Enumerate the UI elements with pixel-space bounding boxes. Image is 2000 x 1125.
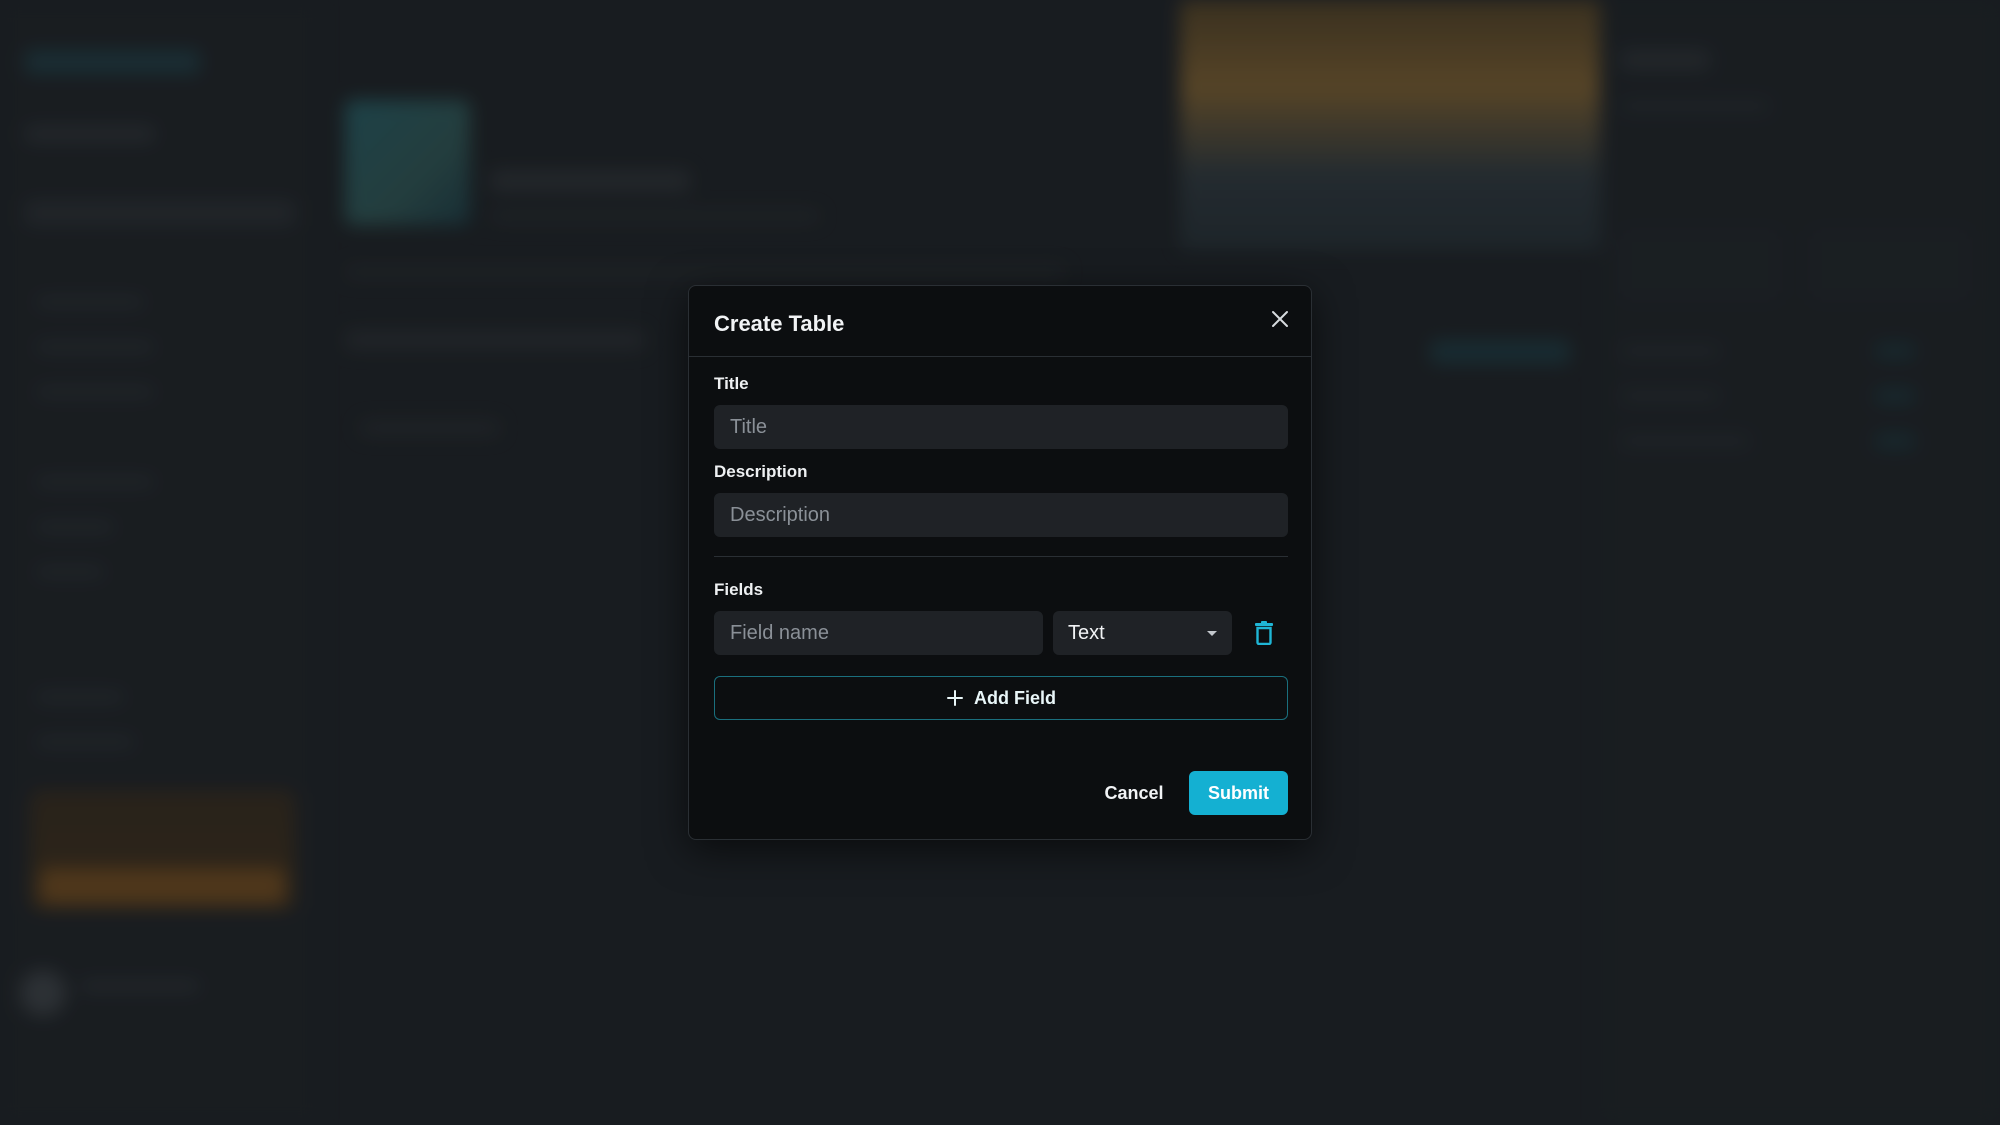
field-name-input[interactable] (714, 611, 1043, 655)
delete-field-button[interactable] (1247, 616, 1281, 650)
dialog-title: Create Table (714, 311, 845, 336)
close-button[interactable] (1267, 306, 1293, 332)
close-icon (1272, 311, 1288, 327)
add-field-button[interactable]: Add Field (714, 676, 1288, 720)
description-label: Description (714, 462, 808, 481)
create-table-dialog: Create Table Title Description Fields Te… (688, 285, 1312, 840)
dialog-header: Create Table (689, 286, 1311, 357)
plus-icon (947, 690, 963, 706)
chevron-down-icon (1207, 630, 1217, 636)
section-divider (714, 556, 1288, 557)
title-input[interactable] (714, 405, 1288, 449)
description-input[interactable] (714, 493, 1288, 537)
field-type-value: Text (1068, 621, 1105, 644)
field-type-select[interactable]: Text (1053, 611, 1232, 655)
fields-label: Fields (714, 580, 764, 599)
add-field-label: Add Field (974, 687, 1056, 708)
trash-icon (1255, 621, 1273, 645)
cancel-button[interactable]: Cancel (1089, 771, 1179, 815)
submit-button[interactable]: Submit (1189, 771, 1288, 815)
title-label: Title (714, 374, 749, 393)
